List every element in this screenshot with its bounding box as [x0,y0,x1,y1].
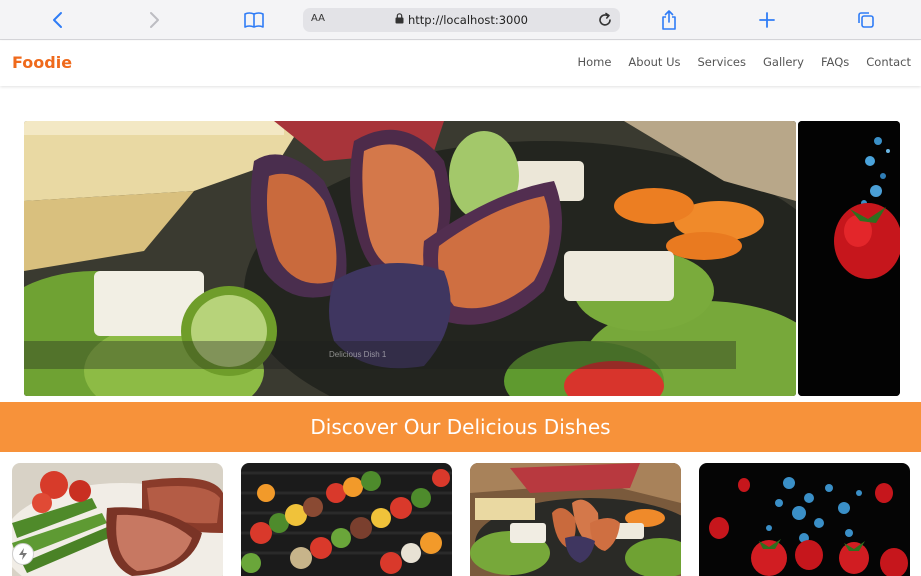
next-slide[interactable] [798,121,900,396]
nav-about-us[interactable]: About Us [628,55,680,69]
new-tab-icon[interactable] [755,8,779,32]
nav-gallery[interactable]: Gallery [763,55,804,69]
main-nav: Home About Us Services Gallery FAQs Cont… [577,55,911,69]
nav-services[interactable]: Services [698,55,747,69]
browser-toolbar: AA http://localhost:3000 [0,0,921,40]
bolt-icon [19,548,27,560]
nav-contact[interactable]: Contact [866,55,911,69]
bolt-badge[interactable] [12,543,34,565]
nav-home[interactable]: Home [577,55,611,69]
address-bar[interactable]: AA http://localhost:3000 [303,8,620,32]
fig-salad-thumb-image [470,463,681,576]
strawberries-water-image [699,463,910,576]
strawberry-splash-image [798,121,900,396]
share-icon[interactable] [657,8,681,32]
tabs-overview-icon[interactable] [854,8,878,32]
dishes-banner: Discover Our Delicious Dishes [0,402,921,452]
banner-title: Discover Our Delicious Dishes [310,415,611,439]
site-logo[interactable]: Foodie [12,53,72,72]
back-icon[interactable] [46,8,70,32]
url-text[interactable]: http://localhost:3000 [408,13,528,27]
bookmarks-icon[interactable] [242,8,266,32]
dish-card-strawberries[interactable] [699,463,910,576]
fig-salad-image [24,121,796,396]
lock-icon [395,13,404,27]
steak-asparagus-image [12,463,223,576]
hero-slide[interactable]: Delicious Dish 1 [24,121,796,396]
dish-card-kebabs[interactable] [241,463,452,576]
grilled-kebabs-image [241,463,452,576]
site-header: Foodie Home About Us Services Gallery FA… [0,41,921,86]
reload-icon[interactable] [596,11,614,29]
nav-faqs[interactable]: FAQs [821,55,849,69]
dish-card-fig-salad[interactable] [470,463,681,576]
hero-caption: Delicious Dish 1 [329,350,387,359]
forward-icon[interactable] [142,8,166,32]
dish-card-steak[interactable] [12,463,223,576]
